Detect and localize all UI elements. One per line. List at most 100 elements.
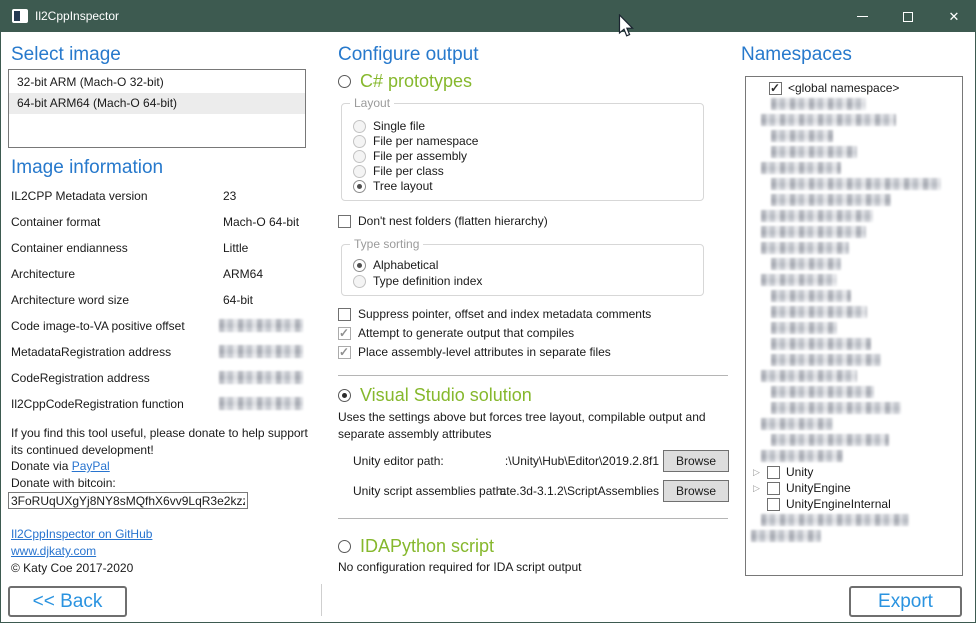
namespace-item-redacted[interactable]: [746, 160, 962, 176]
redacted-value: [219, 397, 303, 410]
radio-icon: [338, 75, 351, 88]
separate-attributes-checkbox[interactable]: Place assembly-level attributes in separ…: [338, 345, 611, 359]
column-splitter[interactable]: [321, 584, 322, 616]
close-button[interactable]: ✕: [931, 1, 976, 32]
bitcoin-label: Donate with bitcoin:: [11, 476, 116, 490]
image-list-item[interactable]: 32-bit ARM (Mach-O 32-bit): [9, 72, 305, 93]
section-divider: [338, 518, 728, 519]
visual-studio-solution-radio[interactable]: Visual Studio solution: [338, 385, 532, 406]
radio-tree-layout[interactable]: Tree layout: [353, 179, 433, 193]
redacted-namespace: [761, 370, 857, 382]
namespace-item[interactable]: UnityEngineInternal: [746, 496, 962, 512]
namespace-item-redacted[interactable]: [746, 176, 962, 192]
paypal-link[interactable]: PayPal: [72, 459, 110, 473]
checkbox-icon: [338, 327, 351, 340]
info-row: IL2CPP Metadata version23: [11, 185, 311, 211]
namespace-item-redacted[interactable]: [746, 96, 962, 112]
suppress-comments-checkbox[interactable]: Suppress pointer, offset and index metad…: [338, 307, 651, 321]
browse-editor-button[interactable]: Browse: [663, 450, 729, 472]
namespace-item-redacted[interactable]: [746, 528, 962, 544]
namespace-checkbox[interactable]: [767, 498, 780, 511]
namespace-item-redacted[interactable]: [746, 240, 962, 256]
csharp-prototypes-radio[interactable]: C# prototypes: [338, 71, 472, 92]
copyright-text: © Katy Coe 2017-2020: [11, 561, 133, 575]
expander-icon[interactable]: ▷: [753, 483, 763, 493]
namespace-item-redacted[interactable]: [746, 416, 962, 432]
namespace-item-redacted[interactable]: [746, 288, 962, 304]
namespace-item-redacted[interactable]: [746, 368, 962, 384]
configure-output-header: Configure output: [338, 44, 479, 66]
namespace-label: UnityEngine: [786, 481, 851, 495]
namespace-item[interactable]: ▷Unity: [746, 464, 962, 480]
radio-icon: [353, 120, 366, 133]
radio-type-definition-index[interactable]: Type definition index: [353, 274, 482, 288]
window-title: Il2CppInspector: [35, 9, 119, 23]
back-button[interactable]: << Back: [8, 586, 127, 617]
namespace-item-redacted[interactable]: [746, 384, 962, 400]
section-divider: [338, 375, 728, 376]
namespace-item[interactable]: <global namespace>: [746, 80, 962, 96]
radio-file-per-class[interactable]: File per class: [353, 164, 444, 178]
app-icon: [12, 9, 28, 23]
minimize-icon: [857, 16, 868, 17]
radio-icon: [353, 275, 366, 288]
bitcoin-address-input[interactable]: [8, 492, 248, 509]
namespace-item-redacted[interactable]: [746, 336, 962, 352]
namespace-item-redacted[interactable]: [746, 144, 962, 160]
info-row: CodeRegistration address: [11, 367, 311, 393]
namespace-item-redacted[interactable]: [746, 432, 962, 448]
namespace-item-redacted[interactable]: [746, 224, 962, 240]
redacted-value: [219, 319, 303, 332]
namespace-checkbox[interactable]: [767, 482, 780, 495]
unity-script-path-value[interactable]: ate.3d-3.1.2\ScriptAssemblies: [479, 484, 659, 498]
github-link[interactable]: Il2CppInspector on GitHub: [11, 527, 152, 541]
redacted-namespace: [761, 514, 909, 526]
unity-editor-path-value[interactable]: :\Unity\Hub\Editor\2019.2.8f1: [479, 454, 659, 468]
namespace-item-redacted[interactable]: [746, 112, 962, 128]
info-row: MetadataRegistration address: [11, 341, 311, 367]
browse-script-button[interactable]: Browse: [663, 480, 729, 502]
namespace-item-redacted[interactable]: [746, 256, 962, 272]
radio-icon: [338, 389, 351, 402]
namespace-item-redacted[interactable]: [746, 448, 962, 464]
redacted-namespace: [751, 530, 821, 542]
info-row: Architecture word size64-bit: [11, 289, 311, 315]
redacted-namespace: [761, 210, 873, 222]
namespace-item-redacted[interactable]: [746, 192, 962, 208]
namespaces-header: Namespaces: [741, 44, 852, 66]
expander-icon[interactable]: ▷: [753, 467, 763, 477]
namespace-item[interactable]: ▷ UnityEngine: [746, 480, 962, 496]
namespace-checkbox[interactable]: [769, 82, 782, 95]
redacted-namespace: [771, 322, 837, 334]
redacted-namespace: [771, 98, 866, 110]
namespace-checkbox[interactable]: [767, 466, 780, 479]
namespace-item-redacted[interactable]: [746, 512, 962, 528]
redacted-namespace: [761, 274, 837, 286]
minimize-button[interactable]: [839, 1, 885, 32]
namespace-item-redacted[interactable]: [746, 320, 962, 336]
info-row: Code image-to-VA positive offset: [11, 315, 311, 341]
redacted-namespace: [761, 226, 866, 238]
redacted-namespace: [761, 450, 843, 462]
image-list-item-selected[interactable]: 64-bit ARM64 (Mach-O 64-bit): [9, 93, 305, 114]
compilable-output-checkbox[interactable]: Attempt to generate output that compiles: [338, 326, 574, 340]
maximize-button[interactable]: [885, 1, 931, 32]
namespace-item-redacted[interactable]: [746, 304, 962, 320]
namespace-item-redacted[interactable]: [746, 272, 962, 288]
radio-file-per-namespace[interactable]: File per namespace: [353, 134, 478, 148]
dont-nest-checkbox[interactable]: Don't nest folders (flatten hierarchy): [338, 214, 548, 228]
redacted-namespace: [771, 338, 871, 350]
radio-alphabetical[interactable]: Alphabetical: [353, 258, 438, 272]
radio-single-file[interactable]: Single file: [353, 119, 425, 133]
idapython-script-radio[interactable]: IDAPython script: [338, 536, 494, 557]
redacted-namespace: [771, 258, 841, 270]
namespace-item-redacted[interactable]: [746, 352, 962, 368]
radio-file-per-assembly[interactable]: File per assembly: [353, 149, 467, 163]
export-button[interactable]: Export: [849, 586, 962, 617]
namespace-item-redacted[interactable]: [746, 208, 962, 224]
namespace-item-redacted[interactable]: [746, 400, 962, 416]
info-row: Il2CppCodeRegistration function: [11, 393, 311, 419]
website-link[interactable]: www.djkaty.com: [11, 544, 96, 558]
redacted-namespace: [761, 242, 849, 254]
namespace-item-redacted[interactable]: [746, 128, 962, 144]
